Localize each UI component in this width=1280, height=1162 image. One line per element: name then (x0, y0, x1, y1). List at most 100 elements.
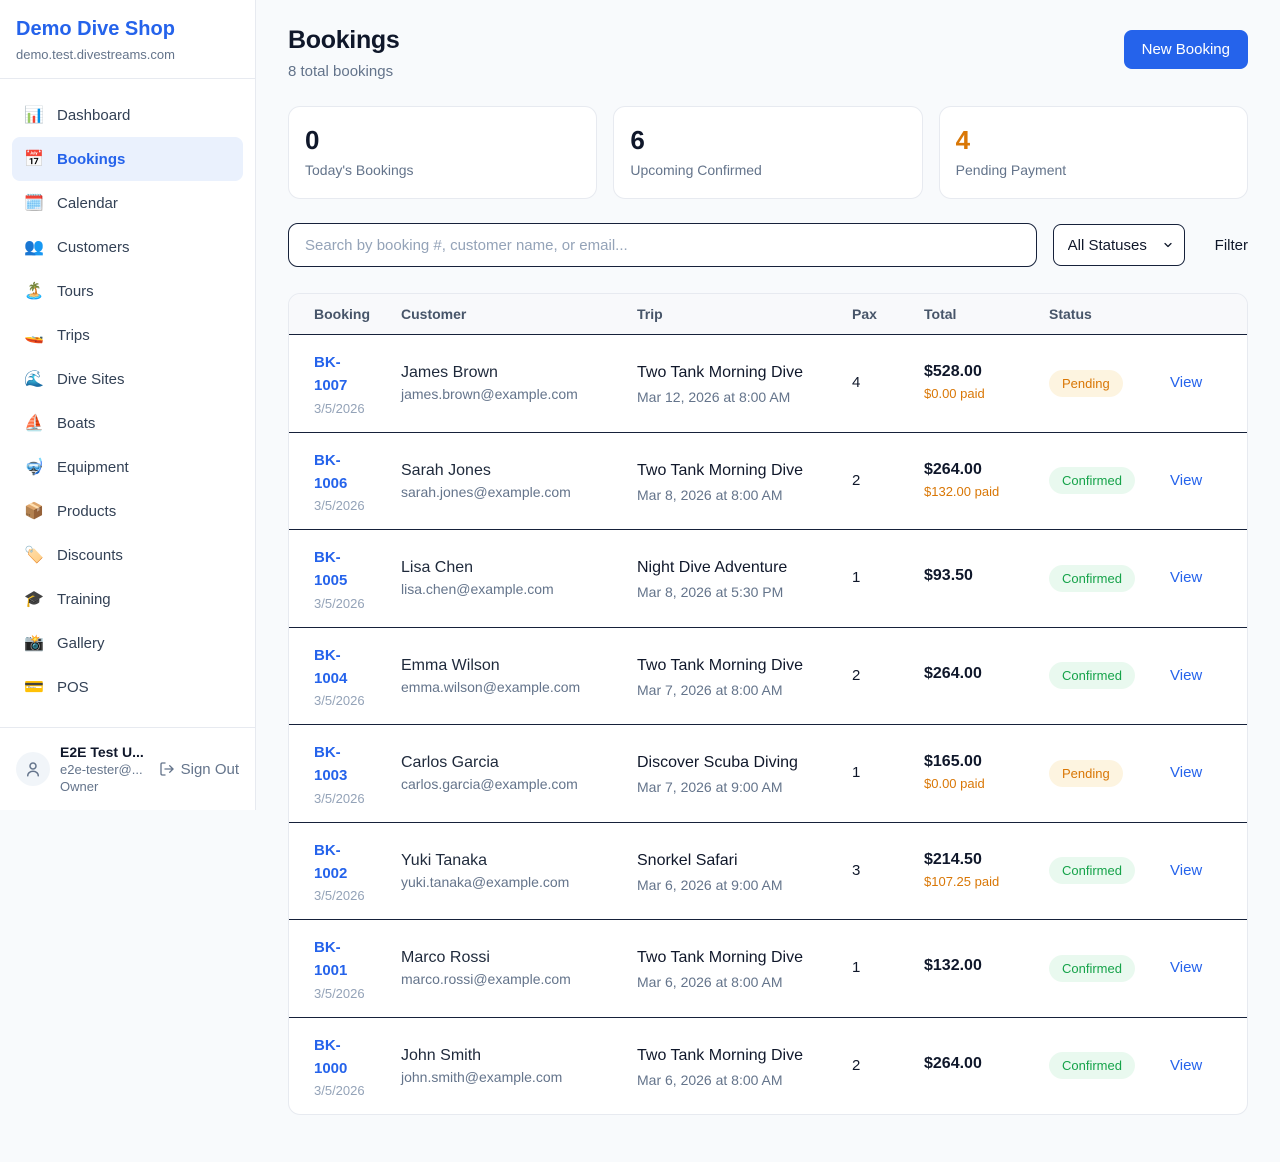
booking-id-link[interactable]: BK-1005 (314, 546, 372, 593)
user-name: E2E Test U... (60, 744, 144, 760)
trip-name: Night Dive Adventure (637, 556, 809, 580)
trip-name: Two Tank Morning Dive (637, 654, 809, 678)
booking-id-link[interactable]: BK-1000 (314, 1034, 372, 1081)
pax-count: 2 (852, 472, 860, 489)
new-booking-button[interactable]: New Booking (1124, 30, 1248, 69)
sidebar-item-pos[interactable]: 💳 POS (12, 665, 243, 709)
table-row: BK-1004 3/5/2026 Emma Wilson emma.wilson… (289, 627, 1247, 725)
customer-name: Lisa Chen (401, 559, 627, 577)
view-link[interactable]: View (1170, 959, 1202, 976)
stat-label: Today's Bookings (305, 162, 580, 178)
speedboat-icon: 🚤 (24, 325, 44, 345)
customer-name: Emma Wilson (401, 657, 627, 675)
avatar (16, 752, 50, 786)
bar-chart-icon: 📊 (24, 105, 44, 125)
customer-name: Sarah Jones (401, 462, 627, 480)
booking-date: 3/5/2026 (314, 596, 391, 611)
trip-datetime: Mar 6, 2026 at 8:00 AM (637, 974, 842, 990)
package-icon: 📦 (24, 501, 44, 521)
sidebar-item-discounts[interactable]: 🏷️ Discounts (12, 533, 243, 577)
table-row: BK-1003 3/5/2026 Carlos Garcia carlos.ga… (289, 725, 1247, 823)
paid-amount: $0.00 paid (924, 775, 1004, 793)
table-row: BK-1006 3/5/2026 Sarah Jones sarah.jones… (289, 432, 1247, 530)
view-link[interactable]: View (1170, 374, 1202, 391)
camera-icon: 📸 (24, 633, 44, 653)
trip-datetime: Mar 7, 2026 at 8:00 AM (637, 682, 842, 698)
bookings-table: Booking Customer Trip Pax Total Status B… (289, 294, 1247, 1114)
booking-id-link[interactable]: BK-1002 (314, 839, 372, 886)
total-amount: $264.00 (924, 665, 1039, 683)
stat-value: 0 (305, 125, 580, 156)
sidebar-item-gallery[interactable]: 📸 Gallery (12, 621, 243, 665)
view-link[interactable]: View (1170, 569, 1202, 586)
sign-out-icon (159, 761, 175, 777)
trip-name: Two Tank Morning Dive (637, 1044, 809, 1068)
table-header-row: Booking Customer Trip Pax Total Status (289, 294, 1247, 335)
booking-id-link[interactable]: BK-1001 (314, 936, 372, 983)
user-info: E2E Test U... e2e-tester@... Owner (60, 744, 144, 794)
view-link[interactable]: View (1170, 472, 1202, 489)
sidebar-item-tours[interactable]: 🏝️ Tours (12, 269, 243, 313)
sidebar-item-dashboard[interactable]: 📊 Dashboard (12, 93, 243, 137)
sign-out-button[interactable]: Sign Out (159, 761, 239, 778)
customer-name: Marco Rossi (401, 949, 627, 967)
status-select[interactable]: All Statuses (1053, 224, 1185, 266)
filter-button[interactable]: Filter (1215, 237, 1248, 254)
column-header-total: Total (924, 294, 1049, 335)
status-badge: Confirmed (1049, 467, 1135, 494)
pax-count: 1 (852, 959, 860, 976)
booking-id-link[interactable]: BK-1006 (314, 449, 372, 496)
booking-date: 3/5/2026 (314, 888, 391, 903)
trip-datetime: Mar 12, 2026 at 8:00 AM (637, 389, 842, 405)
column-header-booking: Booking (289, 294, 401, 335)
tag-icon: 🏷️ (24, 545, 44, 565)
user-role: Owner (60, 779, 144, 794)
customer-name: James Brown (401, 364, 627, 382)
sidebar-item-equipment[interactable]: 🤿 Equipment (12, 445, 243, 489)
sidebar-item-calendar[interactable]: 🗓️ Calendar (12, 181, 243, 225)
total-amount: $264.00 (924, 461, 1039, 479)
wave-icon: 🌊 (24, 369, 44, 389)
booking-id-link[interactable]: BK-1007 (314, 351, 372, 398)
booking-date: 3/5/2026 (314, 1083, 391, 1098)
sidebar-item-customers[interactable]: 👥 Customers (12, 225, 243, 269)
status-badge: Confirmed (1049, 857, 1135, 884)
booking-date: 3/5/2026 (314, 986, 391, 1001)
sidebar-item-products[interactable]: 📦 Products (12, 489, 243, 533)
pax-count: 2 (852, 667, 860, 684)
view-link[interactable]: View (1170, 764, 1202, 781)
customer-name: Yuki Tanaka (401, 852, 627, 870)
status-badge: Confirmed (1049, 1052, 1135, 1079)
customer-email: carlos.garcia@example.com (401, 776, 627, 792)
view-link[interactable]: View (1170, 862, 1202, 879)
paid-amount: $132.00 paid (924, 483, 1004, 501)
booking-date: 3/5/2026 (314, 401, 391, 416)
bookings-table-card: Booking Customer Trip Pax Total Status B… (288, 293, 1248, 1115)
view-link[interactable]: View (1170, 667, 1202, 684)
status-badge: Confirmed (1049, 955, 1135, 982)
stat-card-todays-bookings: 0 Today's Bookings (288, 106, 597, 199)
sidebar-item-bookings[interactable]: 📅 Bookings (12, 137, 243, 181)
sidebar: Demo Dive Shop demo.test.divestreams.com… (0, 0, 256, 810)
column-header-pax: Pax (852, 294, 924, 335)
search-input[interactable] (288, 223, 1037, 267)
shop-domain: demo.test.divestreams.com (16, 47, 239, 62)
view-link[interactable]: View (1170, 1057, 1202, 1074)
paid-amount: $107.25 paid (924, 873, 1004, 891)
column-header-status: Status (1049, 294, 1170, 335)
sidebar-header: Demo Dive Shop demo.test.divestreams.com (0, 0, 255, 79)
pax-count: 2 (852, 1057, 860, 1074)
sidebar-item-training[interactable]: 🎓 Training (12, 577, 243, 621)
graduation-cap-icon: 🎓 (24, 589, 44, 609)
island-icon: 🏝️ (24, 281, 44, 301)
booking-id-link[interactable]: BK-1004 (314, 644, 372, 691)
sidebar-item-trips[interactable]: 🚤 Trips (12, 313, 243, 357)
customer-email: john.smith@example.com (401, 1069, 627, 1085)
trip-datetime: Mar 7, 2026 at 9:00 AM (637, 779, 842, 795)
trip-datetime: Mar 8, 2026 at 8:00 AM (637, 487, 842, 503)
sidebar-item-boats[interactable]: ⛵ Boats (12, 401, 243, 445)
sidebar-item-dive-sites[interactable]: 🌊 Dive Sites (12, 357, 243, 401)
booking-id-link[interactable]: BK-1003 (314, 741, 372, 788)
status-badge: Pending (1049, 760, 1123, 787)
stat-cards: 0 Today's Bookings 6 Upcoming Confirmed … (288, 106, 1248, 199)
